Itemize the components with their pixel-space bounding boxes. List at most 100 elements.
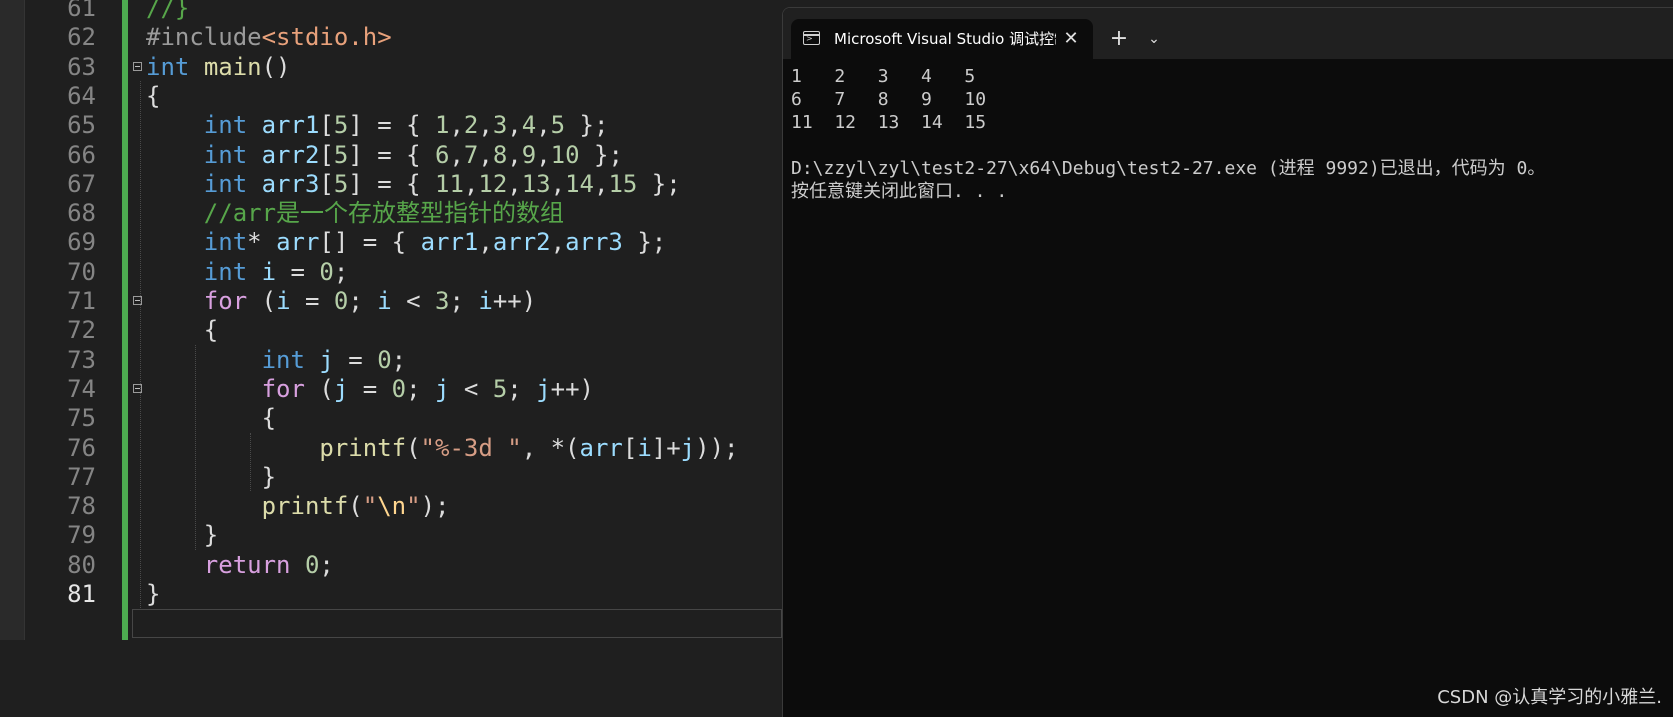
code-token: = (290, 287, 334, 315)
code-token: , (550, 169, 566, 198)
code-text[interactable]: //} (146, 0, 189, 24)
code-line[interactable]: 75 { (0, 403, 780, 434)
line-number: 65 (67, 111, 96, 140)
code-token: 7 (463, 140, 479, 169)
code-text[interactable]: } (146, 520, 218, 551)
code-line[interactable]: 68 //arr是一个存放整型指针的数组 (0, 198, 780, 229)
console-title-bar[interactable]: Microsoft Visual Studio 调试控制台 ✕ + ⌄ (783, 8, 1673, 59)
code-token: ; (348, 287, 378, 315)
code-token: , (463, 169, 479, 198)
code-token: , (507, 140, 522, 169)
code-line[interactable]: 65 int arr1[5] = { 1,2,3,4,5 }; (0, 110, 780, 141)
code-token: [] = { (319, 228, 421, 257)
code-token: 15 (608, 169, 638, 198)
line-number: 70 (67, 257, 96, 286)
line-number: 79 (67, 521, 96, 550)
code-line[interactable]: 81} (0, 579, 780, 610)
code-text[interactable]: int* arr[] = { arr1,arr2,arr3 }; (146, 227, 666, 258)
code-token: = (348, 374, 392, 403)
code-line[interactable]: 77 } (0, 462, 780, 493)
code-token: printf (261, 492, 349, 521)
code-text[interactable]: for (i = 0; i < 3; i++) (146, 286, 536, 317)
line-number: 64 (67, 81, 96, 110)
line-number: 67 (67, 169, 96, 198)
csdn-watermark: CSDN @认真学习的小雅兰. (1437, 687, 1662, 708)
code-text[interactable]: int main() (146, 52, 291, 83)
line-number: 72 (67, 316, 96, 345)
code-token: ( (247, 287, 277, 315)
code-token: return (203, 550, 291, 579)
tab-close-button[interactable]: ✕ (1059, 19, 1083, 59)
code-text[interactable]: printf("\n"); (146, 491, 450, 522)
code-token: printf (319, 433, 407, 462)
code-text[interactable]: int arr1[5] = { 1,2,3,4,5 }; (146, 110, 609, 141)
code-token: ; (391, 345, 407, 374)
code-line[interactable]: 69 int* arr[] = { arr1,arr2,arr3 }; (0, 227, 780, 258)
tab-dropdown-button[interactable]: ⌄ (1139, 19, 1169, 59)
code-token: , (536, 140, 551, 169)
code-line[interactable]: 63 int main() (0, 52, 780, 83)
line-number: 71 (67, 287, 96, 315)
code-line[interactable]: 64 { (0, 81, 780, 112)
console-tab-title: Microsoft Visual Studio 调试控制台 (834, 30, 1056, 48)
code-token: 1 (435, 111, 450, 140)
code-line[interactable]: 79 } (0, 520, 780, 551)
code-token: "%-3d " (420, 433, 522, 462)
code-line[interactable]: 73 int j = 0; (0, 345, 780, 376)
editor-empty-area[interactable] (0, 640, 780, 716)
code-text[interactable]: int j = 0; (146, 345, 407, 376)
console-line: 11 12 13 14 15 (791, 112, 987, 133)
code-token: int (261, 345, 305, 374)
code-line[interactable]: 78 printf("\n"); (0, 491, 780, 522)
code-line[interactable]: 67 int arr3[5] = { 11,12,13,14,15 }; (0, 169, 780, 200)
code-line[interactable]: 61 //} (0, 0, 780, 24)
code-line[interactable]: 71 for (i = 0; i < 3; i++) (0, 286, 780, 317)
code-line[interactable]: 62 #include<stdio.h> (0, 22, 780, 53)
code-token: for (203, 287, 248, 315)
code-token: arr (276, 228, 320, 257)
code-line[interactable]: 70 int i = 0; (0, 257, 780, 288)
code-token: }; (622, 228, 667, 257)
line-number: 80 (67, 550, 96, 579)
code-text[interactable]: } (146, 462, 276, 493)
code-token: 0 (333, 287, 349, 315)
console-tab[interactable]: Microsoft Visual Studio 调试控制台 ✕ (791, 19, 1093, 59)
code-text[interactable]: for (j = 0; j < 5; j++) (146, 374, 594, 405)
code-line[interactable]: 72 { (0, 315, 780, 346)
code-line[interactable]: 66 int arr2[5] = { 6,7,8,9,10 }; (0, 140, 780, 171)
new-tab-button[interactable]: + (1101, 19, 1137, 59)
code-text[interactable]: int arr3[5] = { 11,12,13,14,15 }; (146, 169, 681, 200)
code-text[interactable]: { (146, 403, 276, 434)
code-token: 2 (463, 111, 479, 140)
code-token: 5 (333, 140, 349, 169)
debug-console-window[interactable]: Microsoft Visual Studio 调试控制台 ✕ + ⌄ 1 2 … (782, 7, 1673, 717)
code-text[interactable]: int i = 0; (146, 257, 349, 288)
console-output[interactable]: 1 2 3 4 56 7 8 9 10 11 12 13 14 15 D:\zzyl… (791, 65, 1545, 203)
code-token: ( (348, 492, 363, 521)
code-text[interactable]: //arr是一个存放整型指针的数组 (146, 198, 564, 229)
code-token: int (203, 169, 248, 198)
code-line[interactable]: 80 return 0; (0, 550, 780, 581)
fold-toggle-icon[interactable] (133, 61, 142, 71)
code-token: ); (420, 492, 450, 521)
code-token: 8 (492, 140, 508, 169)
code-text[interactable]: { (146, 81, 160, 112)
code-text[interactable]: #include<stdio.h> (146, 22, 392, 53)
code-token: ] = { (348, 111, 436, 140)
code-token: 5 (492, 374, 508, 403)
code-text[interactable]: { (146, 315, 218, 346)
code-text[interactable]: printf("%-3d ", *(arr[i]+j)); (146, 433, 738, 464)
code-line[interactable]: 74 for (j = 0; j < 5; j++) (0, 374, 780, 405)
code-line[interactable]: 76 printf("%-3d ", *(arr[i]+j)); (0, 433, 780, 464)
console-line: D:\zzyl\zyl\test2-27\x64\Debug\test2-27.… (791, 158, 1546, 179)
code-text[interactable]: return 0; (146, 550, 334, 581)
code-text[interactable]: int arr2[5] = { 6,7,8,9,10 }; (146, 140, 623, 171)
code-text[interactable]: } (146, 579, 160, 610)
